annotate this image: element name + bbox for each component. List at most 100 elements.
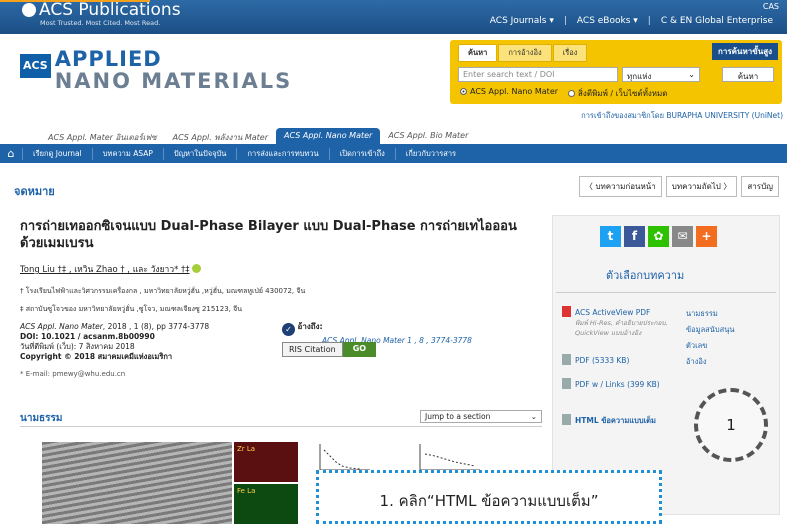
facebook-icon[interactable]: f (624, 226, 645, 247)
chevron-down-icon: ⌄ (530, 412, 537, 421)
link-abstract[interactable]: นามธรรม (686, 306, 774, 322)
authors: Tong Liu †‡ , เหวิน Zhao † , และ วังยาว*… (20, 262, 202, 276)
fe-label: Fe La (237, 487, 256, 495)
scope-value: ทุกแห่ง (627, 72, 652, 81)
ris-citation-select[interactable]: RIS Citation (282, 342, 343, 357)
pdf-with-links-link[interactable]: PDF w / Links (399 KB) (562, 378, 680, 390)
top-bar: ACS Publications Most Trusted. Most Cite… (0, 0, 787, 34)
acs-publications-logo[interactable]: ACS Publications Most Trusted. Most Cite… (22, 1, 181, 27)
share-icons: t f ✿ ✉ + (600, 226, 717, 247)
zr-label: Zr La (237, 445, 256, 453)
article-title: การถ่ายเทออกซิเจนแบบ Dual-Phase Bilayer … (20, 219, 517, 251)
activeview-label: ACS ActiveView PDF (575, 308, 651, 317)
radio2-label: สิ่งตีพิมพ์ / เว็บไซต์ทั้งหมด (578, 89, 668, 98)
scope-select[interactable]: ทุกแห่ง ⌄ (622, 67, 700, 82)
cite-label: อ้างถึง: (297, 322, 323, 331)
radio-icon (568, 90, 576, 97)
abstract-figure-sem[interactable] (42, 442, 232, 524)
step-marker-circle: 1 (694, 388, 768, 462)
acs-mark: ACS (20, 54, 51, 78)
citation-block: ACS Appl. Nano Mater, 2018 , 1 (8), pp 3… (20, 322, 209, 362)
top-links: ACS Journals ▾ | ACS eBooks ▾ | C & EN G… (489, 16, 773, 26)
html-label: HTML ข้อความแบบเต็ม (575, 416, 656, 425)
sidebar-divider (556, 292, 776, 293)
logo-name: ACS Publications (39, 0, 181, 20)
nav-submission[interactable]: การส่งและการทบทวน (236, 147, 328, 160)
pdf-links-label: PDF w / Links (399 KB) (575, 380, 660, 389)
doi[interactable]: DOI: 10.1021 / acsanm.8b00990 (20, 332, 155, 341)
nav-about[interactable]: เกี่ยวกับวารสาร (394, 147, 466, 160)
divider (20, 426, 542, 427)
prev-article-button[interactable]: 〈 บทความก่อนหน้า (578, 176, 662, 197)
chevron-down-icon: ⌄ (688, 70, 695, 79)
acs-journals-link[interactable]: ACS Journals ▾ (490, 16, 554, 26)
next-article-button[interactable]: บทความถัดไป 〉 (665, 176, 738, 197)
radio1-label: ACS Appl. Nano Mater (470, 87, 559, 96)
affiliation-1: † โรงเรียนไฟฟ้าและวิศวกรรมเครื่องกล , มห… (20, 287, 306, 295)
radio-selected-icon (460, 88, 467, 95)
instruction-callout: 1. คลิก“HTML ข้อความแบบเต็ม” (316, 470, 662, 524)
more-share-icon[interactable]: + (696, 226, 717, 247)
citation-tab[interactable]: การอ้างอิง (498, 44, 552, 62)
activeview-sub: พิมพ์ Hi-Res, คำอธิบายประกอบ, QuickView … (575, 319, 668, 337)
abstract-figure-fe-map[interactable]: Fe La (234, 484, 298, 524)
acs-ebooks-link[interactable]: ACS eBooks ▾ (577, 16, 638, 26)
nav-browse-journal[interactable]: เรียกดู Journal (22, 147, 92, 160)
home-icon[interactable]: ⌂ (0, 147, 22, 160)
subject-tab[interactable]: เรื่อง (552, 44, 588, 62)
activeview-pdf-link[interactable]: ACS ActiveView PDF พิมพ์ Hi-Res, คำอธิบา… (562, 306, 680, 338)
plot-thumbnail (319, 444, 480, 471)
twitter-icon[interactable]: t (600, 226, 621, 247)
wechat-icon[interactable]: ✿ (648, 226, 669, 247)
orcid-icon[interactable] (192, 264, 202, 273)
html-full-text-link[interactable]: HTML ข้อความแบบเต็ม (562, 414, 680, 426)
pub-date: วันที่ตีพิมพ์ (เว็บ): 7 สิงหาคม 2018 (20, 342, 135, 351)
cen-link[interactable]: C & EN Global Enterprise (661, 16, 773, 26)
pdf-link[interactable]: PDF (5333 KB) (562, 354, 680, 366)
journal-brand[interactable]: ACS APPLIED NANO MATERIALS (20, 48, 292, 92)
html-icon (562, 414, 571, 425)
pdf-links-icon (562, 378, 571, 389)
search-tab[interactable]: ค้นหา (458, 44, 498, 62)
main-nav: ⌂ เรียกดู Journal บทความ ASAP ปัญหาในปัจ… (0, 144, 787, 163)
jump-to-section-select[interactable]: Jump to a section ⌄ (420, 410, 542, 423)
author-list[interactable]: Tong Liu †‡ , เหวิน Zhao † , และ วังยาว*… (20, 265, 190, 275)
acs-badge-icon (22, 3, 36, 17)
affiliation-2: ‡ สถาบันซูโจวของ มหาวิทยาลัยหวู่ฮั่น ,ซู… (20, 305, 243, 313)
pdf-icon (562, 354, 571, 365)
pdf-icon (562, 306, 571, 317)
toc-button[interactable]: สารบัญ (741, 176, 779, 197)
search-panel: ค้นหา การอ้างอิง เรื่อง การค้นหาขั้นสูง … (450, 40, 782, 104)
ris-export: RIS Citation GO (282, 342, 377, 357)
pdf-label: PDF (5333 KB) (575, 356, 630, 365)
search-button[interactable]: ค้นหา (722, 67, 774, 82)
link-figures[interactable]: ตัวเลข (686, 338, 774, 354)
brand-line2: NANO MATERIALS (54, 69, 293, 93)
article-navigation: 〈 บทความก่อนหน้า บทความถัดไป 〉 สารบัญ (578, 176, 779, 197)
sidebar-right-links: นามธรรม ข้อมูลสนับสนุน ตัวเลข อ้างอิง (686, 306, 774, 370)
author-email[interactable]: * E-mail: pmewy@whu.edu.cn (20, 370, 125, 378)
abstract-figure-zr-map[interactable]: Zr La (234, 442, 298, 482)
link-supporting-info[interactable]: ข้อมูลสนับสนุน (686, 322, 774, 338)
radio-all-publications[interactable]: สิ่งตีพิมพ์ / เว็บไซต์ทั้งหมด (568, 87, 668, 100)
nav-current-issue[interactable]: ปัญหาในปัจจุบัน (162, 147, 237, 160)
check-icon: ✓ (282, 323, 295, 336)
article-options-title: ตัวเลือกบทความ (606, 269, 685, 282)
brand-line1: APPLIED (54, 47, 162, 71)
access-note: การเข้าถึงของสมาชิกโดย BURAPHA UNIVERSIT… (581, 111, 783, 120)
abstract-heading: นามธรรม (20, 413, 63, 424)
cite-volume: , 2018 , 1 (8), pp 3774-3778 (102, 322, 210, 331)
nav-asap[interactable]: บทความ ASAP (91, 147, 163, 160)
radio-this-journal[interactable]: ACS Appl. Nano Mater (460, 87, 558, 100)
nav-open-access[interactable]: เปิดการเข้าถึง (328, 147, 395, 160)
search-input[interactable]: Enter search text / DOI (458, 67, 618, 82)
copyright: Copyright © 2018 สมาคมเคมีแห่งอเมริกา (20, 352, 173, 361)
cas-link[interactable]: CAS (763, 2, 779, 11)
link-references[interactable]: อ้างอิง (686, 354, 774, 370)
cite-journal: ACS Appl. Nano Mater (20, 322, 103, 331)
logo-tagline: Most Trusted. Most Cited. Most Read. (40, 19, 161, 27)
email-icon[interactable]: ✉ (672, 226, 693, 247)
advanced-search-button[interactable]: การค้นหาขั้นสูง (712, 43, 778, 60)
go-button[interactable]: GO (342, 342, 377, 357)
jump-label: Jump to a section (425, 412, 491, 421)
